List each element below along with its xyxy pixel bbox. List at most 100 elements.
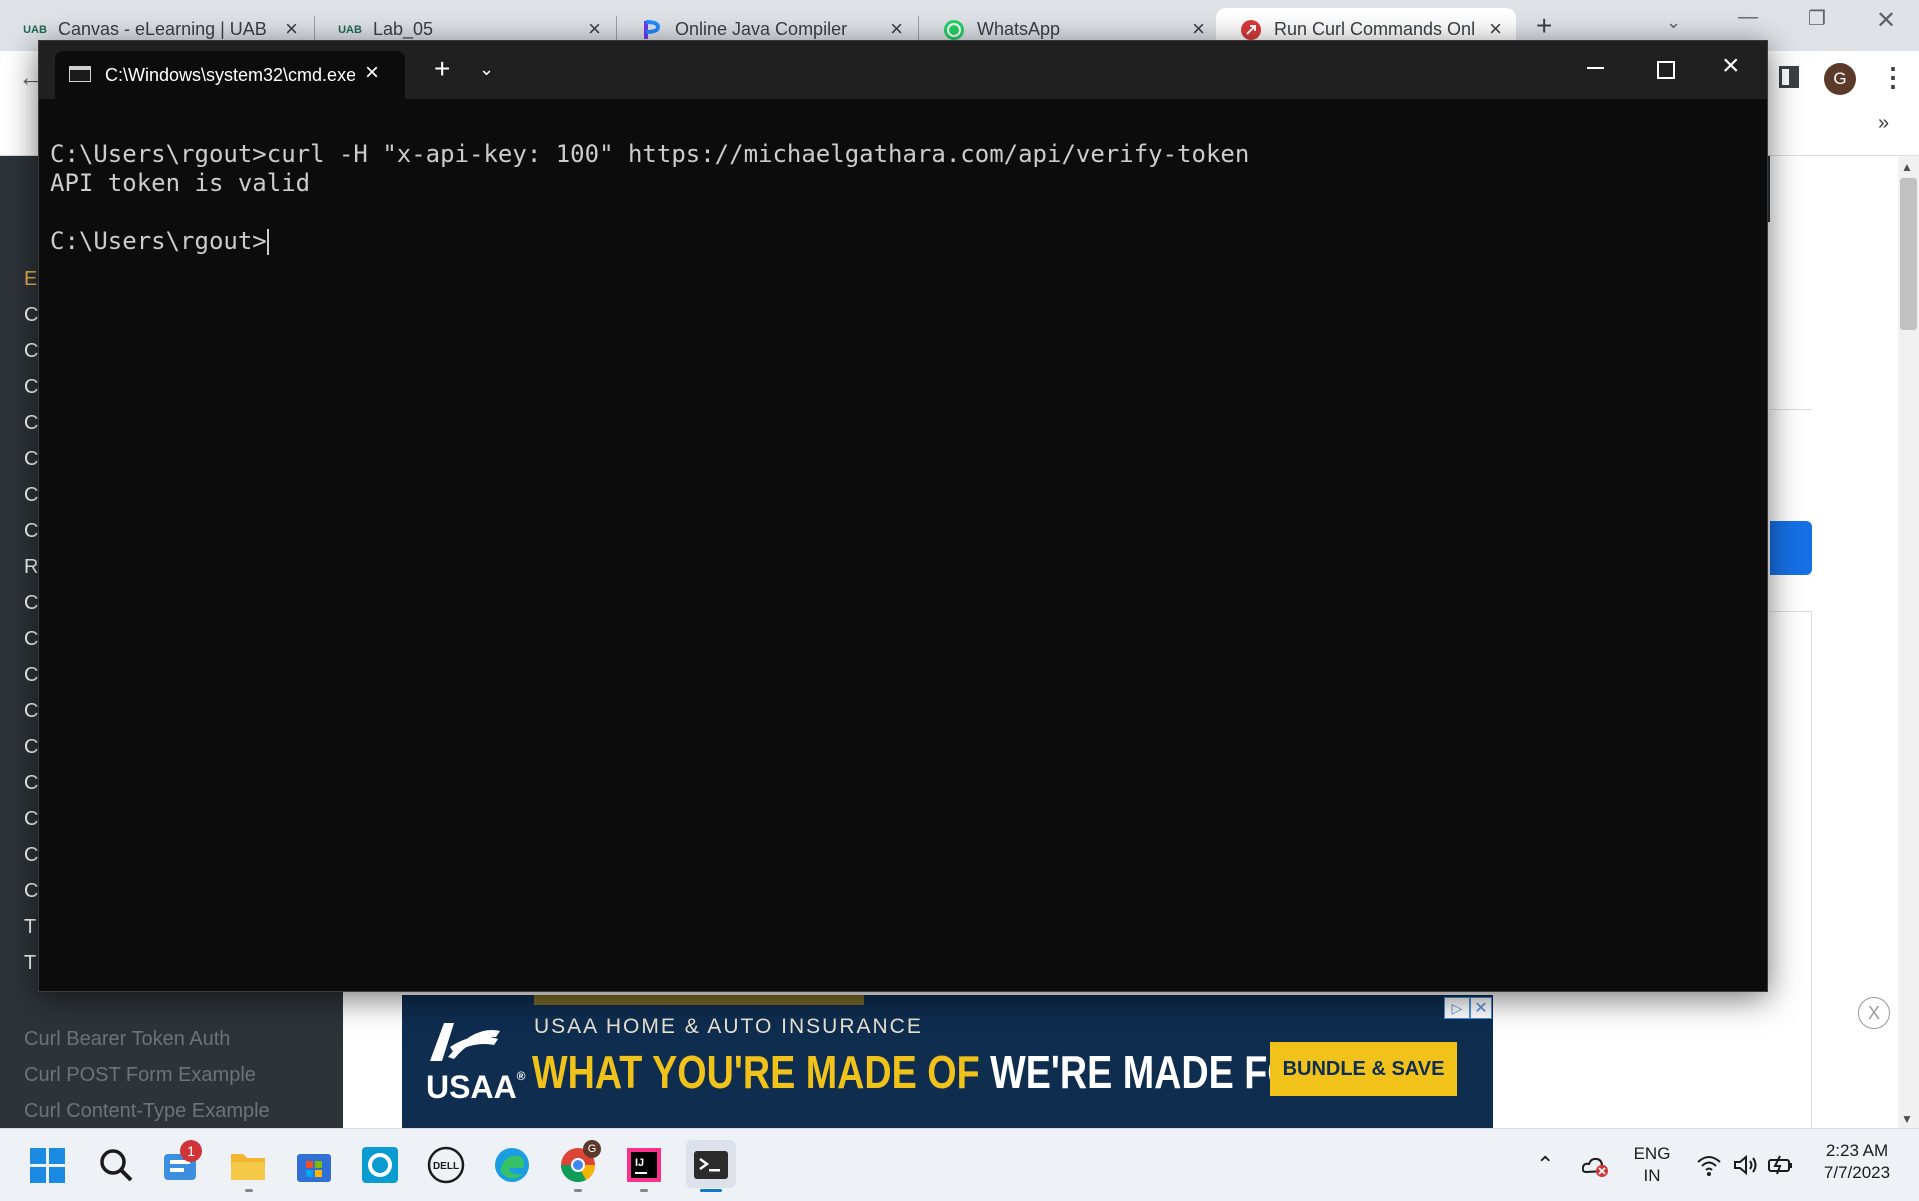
sidebar-item[interactable]: T	[24, 916, 36, 939]
sidebar-item[interactable]: C	[24, 376, 38, 399]
terminal-line: C:\Users\rgout>curl -H "x-api-key: 100" …	[50, 140, 1250, 168]
intellij-idea-icon[interactable]: IJ	[625, 1146, 663, 1184]
bundle-save-button[interactable]: BUNDLE & SAVE	[1270, 1042, 1457, 1096]
divider	[1770, 409, 1812, 410]
svg-text:IJ: IJ	[635, 1157, 644, 1169]
ad-dismiss-button[interactable]: X	[1858, 997, 1890, 1029]
sidebar-item[interactable]: C	[24, 484, 38, 507]
sidebar-item[interactable]: C	[24, 592, 38, 615]
tab-title: Lab_05	[373, 19, 434, 39]
bookmarks-overflow-icon[interactable]: »	[1878, 112, 1889, 135]
close-tab-icon[interactable]: ×	[1489, 16, 1502, 42]
sidebar-item[interactable]: C	[24, 700, 38, 723]
sidebar-item[interactable]: C	[24, 304, 38, 327]
clock-time: 2:23 AM	[1825, 1141, 1889, 1160]
ad-accent-bar	[534, 995, 864, 1005]
close-window-icon[interactable]: ×	[1722, 49, 1740, 83]
sidebar-item[interactable]: C	[24, 808, 38, 831]
registered-mark: ®	[516, 1069, 526, 1083]
running-indicator	[640, 1189, 648, 1192]
tab-search-icon[interactable]: ⌄	[1666, 12, 1681, 33]
windows-start-icon[interactable]	[30, 1148, 66, 1184]
cortana-icon[interactable]	[361, 1146, 399, 1184]
usaa-advertisement[interactable]: USAA® USAA HOME & AUTO INSURANCE WHAT YO…	[402, 995, 1493, 1128]
edge-icon[interactable]	[493, 1146, 531, 1184]
terminal-window[interactable]: C:\Windows\system32\cmd.exe × + ⌄ × C:\U…	[38, 40, 1768, 992]
terminal-tab[interactable]: C:\Windows\system32\cmd.exe ×	[55, 51, 405, 99]
sidebar-item[interactable]: C	[24, 772, 38, 795]
sidebar-item[interactable]: C	[24, 664, 38, 687]
close-tab-icon[interactable]: ×	[365, 59, 379, 87]
search-icon[interactable]	[97, 1146, 135, 1184]
content-card	[1770, 611, 1812, 1131]
scroll-up-icon[interactable]: ▲	[1901, 160, 1913, 174]
sidebar-item-faded[interactable]: Curl Content-Type Example	[24, 1100, 270, 1123]
send-button[interactable]	[1770, 521, 1812, 575]
profile-avatar[interactable]: G	[1824, 63, 1856, 95]
wifi-icon[interactable]	[1696, 1153, 1722, 1177]
adchoices-icon[interactable]: ▷	[1444, 997, 1470, 1019]
ad-subtitle: USAA HOME & AUTO INSURANCE	[534, 1015, 923, 1038]
svg-text:DELL: DELL	[433, 1161, 459, 1172]
terminal-prompt: C:\Users\rgout>	[50, 227, 267, 255]
running-indicator	[245, 1189, 253, 1192]
usaa-eagle-icon	[430, 1023, 500, 1061]
active-indicator	[700, 1189, 722, 1192]
terminal-prompt-line: C:\Users\rgout>	[50, 227, 1249, 256]
sidebar-item[interactable]: C	[24, 736, 38, 759]
close-tab-icon[interactable]: ×	[588, 16, 601, 42]
tab-title: WhatsApp	[977, 19, 1061, 39]
terminal-line: API token is valid	[50, 169, 311, 197]
language-indicator[interactable]: ENG IN	[1628, 1143, 1676, 1187]
show-hidden-icons-chevron[interactable]: ⌃	[1536, 1152, 1554, 1178]
sidebar-item[interactable]: C	[24, 448, 38, 471]
microsoft-store-icon[interactable]	[295, 1146, 333, 1184]
clock-date: 7/7/2023	[1823, 1163, 1891, 1182]
sidebar-item[interactable]: C	[24, 412, 38, 435]
sidebar-item[interactable]: E	[24, 268, 37, 291]
uab-logo-icon: UAB	[338, 23, 362, 36]
sidebar-item[interactable]: T	[24, 952, 36, 975]
minimize-icon[interactable]: —	[1738, 6, 1758, 29]
minimize-icon[interactable]	[1587, 67, 1604, 69]
windows-terminal-icon[interactable]	[692, 1146, 730, 1184]
sidebar-item-faded[interactable]: Curl POST Form Example	[24, 1064, 256, 1087]
maximize-icon[interactable]	[1657, 61, 1675, 79]
new-tab-icon[interactable]: +	[1536, 10, 1552, 42]
scroll-down-icon[interactable]: ▼	[1901, 1112, 1913, 1126]
whatsapp-icon	[943, 19, 965, 40]
sidebar-item-faded[interactable]: Curl Bearer Token Auth	[24, 1028, 230, 1051]
sidebar-item[interactable]: C	[24, 628, 38, 651]
onedrive-error-icon[interactable]	[1582, 1154, 1610, 1178]
close-window-icon[interactable]: ✕	[1876, 6, 1896, 35]
close-tab-icon[interactable]: ×	[1192, 16, 1205, 42]
battery-charging-icon[interactable]	[1766, 1153, 1796, 1177]
sidebar-item[interactable]: C	[24, 880, 38, 903]
terminal-output[interactable]: C:\Users\rgout>curl -H "x-api-key: 100" …	[50, 140, 1249, 256]
close-tab-icon[interactable]: ×	[890, 16, 903, 42]
sidebar-item[interactable]: C	[24, 340, 38, 363]
close-tab-icon[interactable]: ×	[285, 16, 298, 42]
notification-badge: 1	[180, 1140, 202, 1162]
file-explorer-icon[interactable]	[229, 1146, 267, 1184]
reqbin-icon	[1240, 19, 1262, 40]
language-code: ENG	[1633, 1144, 1671, 1163]
ad-close-icon[interactable]: ✕	[1470, 997, 1492, 1019]
side-panel-icon[interactable]	[1779, 66, 1799, 88]
sidebar-item[interactable]: R	[24, 556, 38, 579]
sidebar-item[interactable]: C	[24, 520, 38, 543]
scrollbar-thumb[interactable]	[1900, 178, 1917, 330]
more-menu-icon[interactable]: ⋮	[1880, 62, 1906, 93]
restore-icon[interactable]: ❐	[1808, 6, 1826, 31]
dell-icon[interactable]: DELL	[427, 1146, 465, 1184]
new-terminal-tab-icon[interactable]: +	[434, 55, 450, 83]
clock[interactable]: 2:23 AM 7/7/2023	[1808, 1140, 1906, 1184]
sidebar-item[interactable]: C	[24, 844, 38, 867]
chevron-down-icon[interactable]: ⌄	[479, 59, 494, 80]
running-indicator	[574, 1189, 582, 1192]
volume-icon[interactable]	[1732, 1153, 1758, 1177]
text-cursor	[266, 229, 269, 255]
tab-title: Online Java Compiler	[675, 19, 848, 39]
account-link[interactable]: Account	[1776, 178, 1866, 207]
ad-headline: WHAT YOU'RE MADE OF WE'RE MADE FOR™	[532, 1045, 1340, 1099]
